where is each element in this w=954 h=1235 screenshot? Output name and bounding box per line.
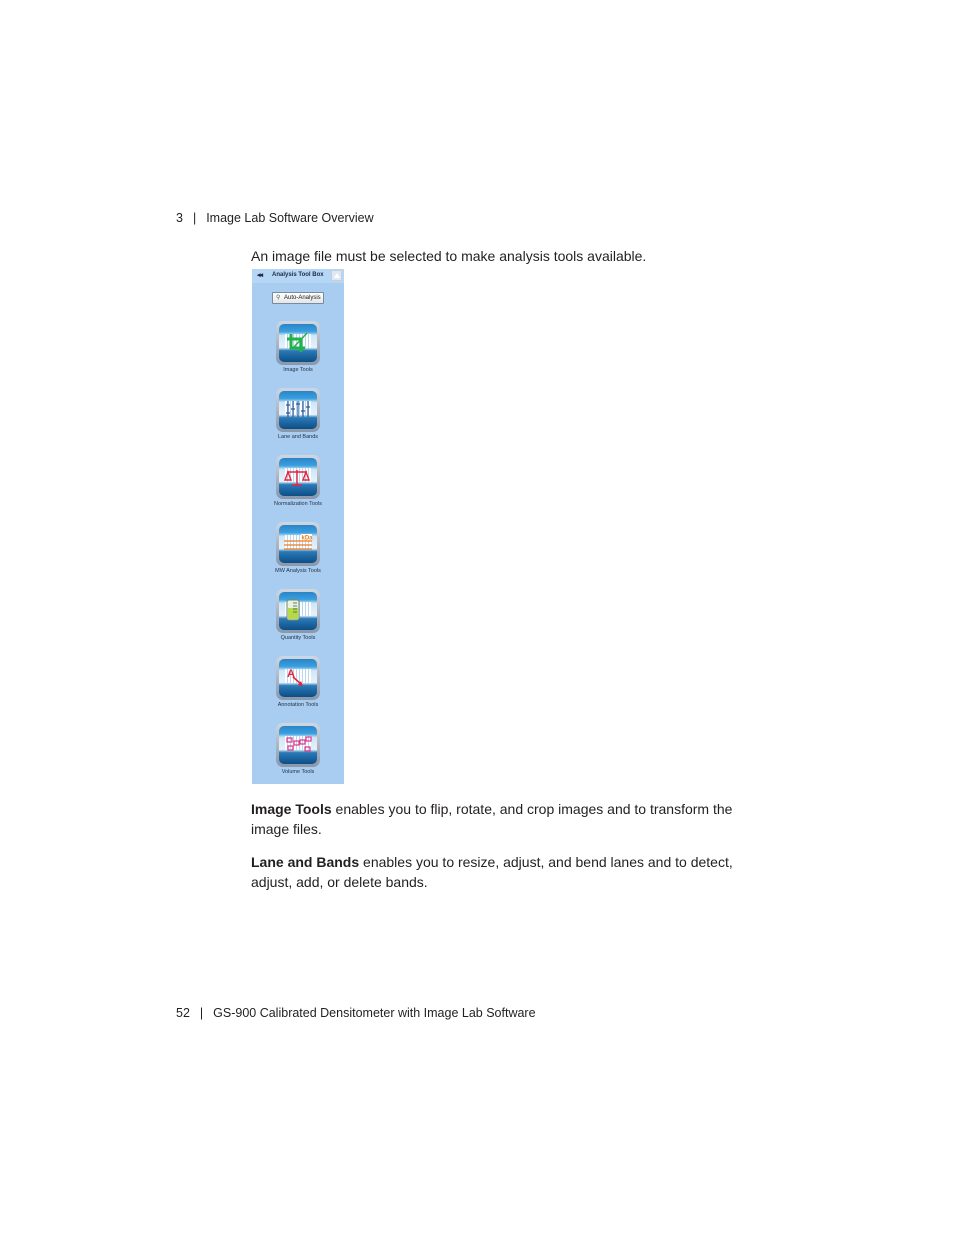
lane-and-bands-button[interactable] (276, 388, 320, 432)
tool-label: Lane and Bands (277, 434, 319, 440)
image-tools-button[interactable] (276, 321, 320, 365)
paragraph-lane-and-bands: Lane and Bands enables you to resize, ad… (251, 852, 751, 892)
term-image-tools: Image Tools (251, 801, 332, 817)
text-arrow-icon: A (287, 668, 303, 686)
footer-separator: | (199, 1006, 204, 1020)
volume-boxes-icon (286, 736, 312, 752)
double-chevron-left-icon[interactable]: ◂◂ (257, 271, 263, 279)
toolbox-title: Analysis Tool Box (272, 272, 324, 278)
analysis-tool-box-panel: ◂◂ Analysis Tool Box ⚲ Auto-Analysis Imag… (252, 269, 344, 784)
intro-text: An image file must be selected to make a… (251, 248, 647, 264)
running-header: 3 | Image Lab Software Overview (176, 211, 374, 225)
chapter-title: Image Lab Software Overview (206, 211, 374, 225)
magic-wand-icon: ⚲ (276, 295, 281, 301)
tool-label: Annotation Tools (277, 702, 319, 708)
annotation-tools-button[interactable]: A (276, 656, 320, 700)
header-separator: | (192, 211, 197, 225)
quantity-tools-button[interactable] (276, 589, 320, 633)
running-footer: 52 | GS-900 Calibrated Densitometer with I… (176, 1006, 536, 1020)
book-title: GS-900 Calibrated Densitometer with Imag… (213, 1006, 536, 1020)
beaker-icon (286, 599, 300, 621)
page-number: 52 (176, 1006, 190, 1020)
volume-tools-button[interactable] (276, 723, 320, 767)
kda-ruler-icon: kDa (284, 534, 313, 550)
tool-label: MW Analysis Tools (275, 568, 321, 574)
tool-label: Volume Tools (281, 769, 315, 775)
toolbox-title-bar: ◂◂ Analysis Tool Box (252, 269, 344, 283)
tool-label: Quantity Tools (280, 635, 316, 641)
term-lane-and-bands: Lane and Bands (251, 854, 360, 870)
tool-label: Image Tools (283, 367, 313, 373)
pin-up-icon[interactable] (331, 270, 342, 281)
crop-icon (287, 332, 308, 352)
auto-analysis-label: Auto-Analysis (284, 295, 321, 301)
mw-analysis-tools-button[interactable]: kDa (276, 522, 320, 566)
chapter-number: 3 (176, 211, 183, 225)
paragraph-image-tools: Image Tools enables you to flip, rotate,… (251, 799, 751, 839)
lanes-bands-icon (286, 401, 310, 417)
auto-analysis-button[interactable]: ⚲ Auto-Analysis (272, 292, 324, 304)
normalization-tools-button[interactable] (276, 455, 320, 499)
balance-scale-icon (283, 470, 311, 486)
tool-label: Normalization Tools (274, 501, 322, 507)
